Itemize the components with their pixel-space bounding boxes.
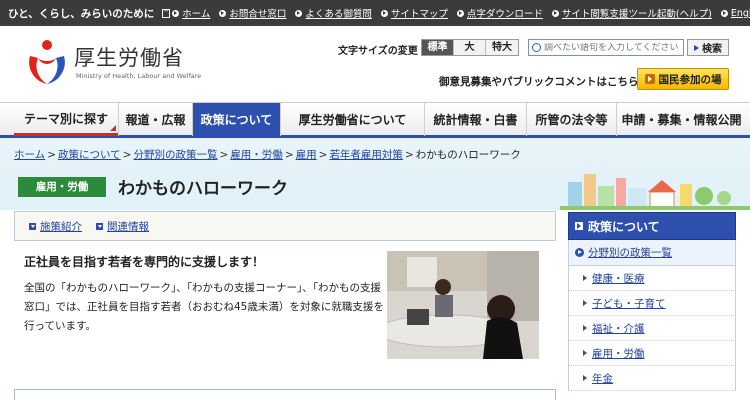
search-input[interactable] [544, 42, 682, 53]
page-title: わかものハローワーク [118, 179, 288, 199]
utility-link-sitemap[interactable]: サイトマップ [380, 6, 448, 20]
related-box-top [14, 389, 556, 400]
breadcrumb-current: わかものハローワーク [415, 149, 521, 161]
arrow-down-icon [96, 222, 103, 230]
utility-link-accessibility[interactable]: サイト閲覧支援ツール起動(ヘルプ) [551, 6, 712, 20]
section-heading: 正社員を目指す若者を専門的に支援します！ [24, 255, 265, 269]
sidebar-item-children[interactable]: 子ども・子育て [568, 291, 736, 316]
sidebar-item-health[interactable]: 健康・医療 [568, 266, 736, 291]
search-icon [532, 43, 541, 52]
arrow-circle-icon [219, 9, 227, 17]
nav-tab-applications[interactable]: 申請・募集・情報公開 [616, 103, 746, 136]
nav-tab-about[interactable]: 厚生労働省について [280, 103, 424, 136]
public-participation-button[interactable]: 国民参加の場 [637, 68, 729, 90]
sidebar-heading[interactable]: 政策について [568, 212, 736, 240]
arrow-circle-icon [380, 9, 388, 17]
triangle-right-icon [583, 325, 587, 331]
consultation-photo [387, 251, 539, 359]
arrow-circle-icon [295, 9, 303, 17]
anchor-link-measures[interactable]: 施策紹介 [29, 219, 82, 234]
city-illustration-icon [560, 174, 750, 210]
arrow-circle-icon [172, 9, 180, 17]
nav-tab-theme[interactable]: テーマ別に探す [14, 103, 118, 136]
breadcrumb-policy[interactable]: 政策について [58, 147, 121, 162]
sidebar: 政策について 分野別の政策一覧 健康・医療 子ども・子育て 福祉・介護 雇用・労… [568, 212, 736, 400]
arrow-right-icon [644, 74, 655, 84]
top-utility-bar: ひと、くらし、みらいのために ^ ホーム お問合せ窓口 よくある御質問 サイトマ… [0, 0, 750, 26]
utility-links: ホーム お問合せ窓口 よくある御質問 サイトマップ 点字ダウンロード サイト閲覧… [172, 6, 750, 20]
main-content: 施策紹介 関連情報 正社員を目指す若者を専門的に支援します！ 全国の「わかものハ… [14, 211, 556, 400]
utility-link-faq[interactable]: よくある御質問 [295, 6, 372, 20]
nav-tab-policy[interactable]: 政策について [192, 103, 280, 136]
font-size-switcher: 標準 大 特大 [421, 39, 519, 56]
ministry-logo-icon[interactable] [24, 36, 70, 86]
breadcrumb-employment[interactable]: 雇用 [296, 147, 317, 162]
arrow-circle-icon [551, 9, 559, 17]
arrow-circle-icon [575, 248, 584, 257]
triangle-right-icon [583, 350, 587, 356]
font-size-label: 文字サイズの変更 [338, 46, 418, 57]
site-header: 厚生労働省 Ministry of Health, Labour and Wel… [0, 26, 750, 102]
arrow-circle-icon [456, 9, 464, 17]
utility-link-english[interactable]: English [720, 8, 750, 19]
nav-tab-statistics[interactable]: 統計情報・白書 [424, 103, 526, 136]
logo-english-name: Ministry of Health, Labour and Welfare [76, 72, 202, 80]
global-nav: テーマ別に探す 報道・広報 政策について 厚生労働省について 統計情報・白書 所… [0, 102, 750, 138]
arrow-down-icon [29, 222, 36, 230]
nav-tab-laws[interactable]: 所管の法令等 [526, 103, 616, 136]
triangle-right-icon [583, 275, 587, 281]
tagline-arrow-icon[interactable]: ^ [162, 8, 171, 18]
utility-link-braille[interactable]: 点字ダウンロード [456, 6, 543, 20]
font-size-xlarge-button[interactable]: 特大 [486, 40, 518, 55]
sidebar-item-employment[interactable]: 雇用・労働 [568, 341, 736, 366]
arrow-right-icon [575, 222, 583, 230]
sidebar-item-pension[interactable]: 年金 [568, 366, 736, 391]
category-badge: 雇用・労働 [18, 176, 106, 197]
breadcrumb-home[interactable]: ホーム [14, 147, 45, 162]
section-body: 全国の「わかものハローワーク」、「わかもの支援コーナー」、「わかもの支援窓口」で… [24, 282, 384, 332]
breadcrumb: ホーム > 政策について > 分野別の政策一覧 > 雇用・労働 > 雇用 > 若年者雇用対… [14, 147, 521, 162]
font-size-large-button[interactable]: 大 [454, 40, 486, 55]
utility-link-home[interactable]: ホーム [172, 6, 210, 20]
breadcrumb-employment-labour[interactable]: 雇用・労働 [230, 147, 283, 162]
triangle-right-icon [583, 375, 587, 381]
search-box [528, 39, 684, 56]
search-button[interactable]: 検索 [687, 39, 729, 56]
font-size-standard-button[interactable]: 標準 [422, 40, 454, 55]
breadcrumb-policy-list[interactable]: 分野別の政策一覧 [134, 147, 218, 162]
nav-tab-press[interactable]: 報道・広報 [118, 103, 192, 136]
sidebar-item-policy-list[interactable]: 分野別の政策一覧 [568, 240, 736, 266]
tagline: ひと、くらし、みらいのために [8, 7, 155, 20]
arrow-circle-icon [720, 9, 728, 17]
triangle-right-icon [583, 300, 587, 306]
arrow-right-icon [694, 44, 699, 51]
anchor-link-related[interactable]: 関連情報 [96, 219, 149, 234]
anchor-link-bar: 施策紹介 関連情報 [14, 211, 556, 241]
sidebar-item-welfare[interactable]: 福祉・介護 [568, 316, 736, 341]
breadcrumb-youth-employment[interactable]: 若年者雇用対策 [329, 147, 403, 162]
page-title-row: 雇用・労働 わかものハローワーク [18, 174, 288, 199]
utility-link-contact[interactable]: お問合せ窓口 [219, 6, 286, 20]
logo-wordmark[interactable]: 厚生労働省 [74, 42, 184, 72]
public-comment-text: 御意見募集やパブリックコメントはこちら [439, 76, 639, 88]
